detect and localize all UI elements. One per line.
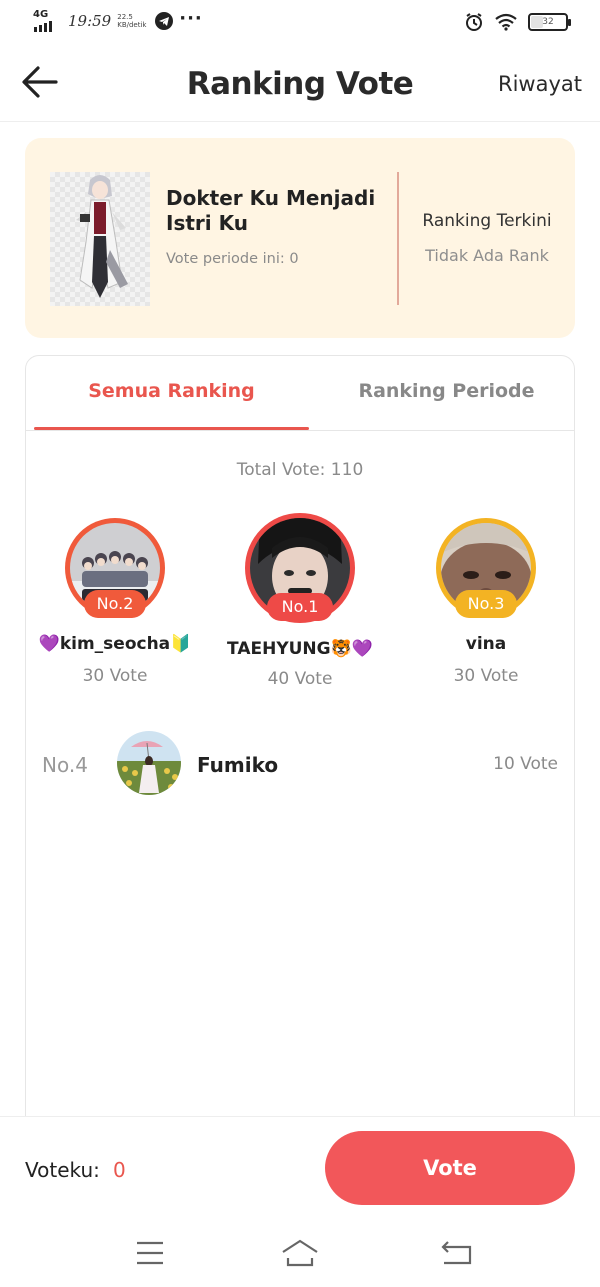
clock: 19:59	[68, 12, 112, 30]
alarm-icon	[466, 13, 482, 31]
signal-icon: 4G	[32, 9, 58, 32]
system-nav-bar	[0, 1226, 600, 1287]
back-nav-icon[interactable]	[436, 1238, 476, 1268]
total-vote: Total Vote: 110	[236, 460, 364, 480]
rank-number: No.4	[42, 753, 88, 777]
battery-icon: 32	[528, 13, 571, 31]
ranking-value: Tidak Ada Rank	[425, 246, 549, 265]
battery-level: 32	[542, 17, 554, 27]
more-notifications-icon: ···	[179, 7, 203, 29]
username: TAEHYUNG🐯💜	[227, 639, 373, 659]
wifi-icon	[495, 13, 517, 31]
ranking-tabs: Semua Ranking Ranking Periode	[26, 356, 574, 431]
vote-count: 40 Vote	[267, 669, 333, 689]
username: Fumiko	[197, 753, 279, 777]
home-icon[interactable]	[280, 1238, 320, 1268]
card-divider	[397, 172, 399, 305]
vote-count: 30 Vote	[82, 666, 148, 686]
status-bar: 4G 19:59 22.5 KB/detik ··· 32	[0, 0, 600, 46]
tab-ranking-periode[interactable]: Ranking Periode	[309, 380, 584, 402]
vote-button[interactable]: Vote	[325, 1131, 575, 1205]
ranking-panel: Semua Ranking Ranking Periode Total Vote…	[25, 355, 575, 1155]
podium-rank-1[interactable]: No.1 TAEHYUNG🐯💜 40 Vote	[227, 513, 373, 689]
rank-badge: No.1	[267, 593, 333, 621]
vote-count: 10 Vote	[493, 754, 558, 774]
podium-rank-3[interactable]: No.3 vina 30 Vote	[435, 518, 537, 688]
voteku-label: Voteku:	[25, 1158, 100, 1182]
menu-icon[interactable]	[130, 1238, 170, 1268]
book-title: Dokter Ku Menjadi Istri Ku	[166, 186, 376, 235]
username: 💜kim_seocha🔰	[38, 634, 192, 654]
telegram-icon	[155, 12, 174, 30]
vote-footer: Voteku: 0 Vote	[0, 1116, 600, 1226]
net-speed-unit: KB/detik	[117, 21, 147, 29]
vote-periode-text: Vote periode ini: 0	[166, 251, 299, 267]
rank-badge: No.2	[84, 590, 146, 618]
net-speed: 22.5 KB/detik	[117, 13, 149, 29]
username: vina	[465, 634, 507, 654]
rank-badge: No.3	[455, 590, 517, 618]
vote-count: 30 Vote	[453, 666, 519, 686]
app-header: Ranking Vote Riwayat	[0, 46, 600, 122]
active-tab-indicator	[34, 427, 309, 430]
voteku-value: 0	[113, 1158, 126, 1182]
avatar	[117, 731, 181, 795]
ranking-label: Ranking Terkini	[422, 211, 552, 231]
net-speed-value: 22.5	[117, 13, 133, 21]
book-card: Dokter Ku Menjadi Istri Ku Vote periode …	[25, 138, 575, 338]
book-cover-illustration	[76, 175, 128, 298]
book-cover[interactable]	[50, 172, 150, 306]
network-type: 4G	[33, 9, 49, 20]
podium-rank-2[interactable]: No.2 💜kim_seocha🔰 30 Vote	[39, 518, 191, 688]
list-item[interactable]: No.4 Fumiko 10 Vote	[26, 726, 574, 796]
tab-semua-ranking[interactable]: Semua Ranking	[34, 380, 309, 402]
history-link[interactable]: Riwayat	[498, 72, 582, 96]
